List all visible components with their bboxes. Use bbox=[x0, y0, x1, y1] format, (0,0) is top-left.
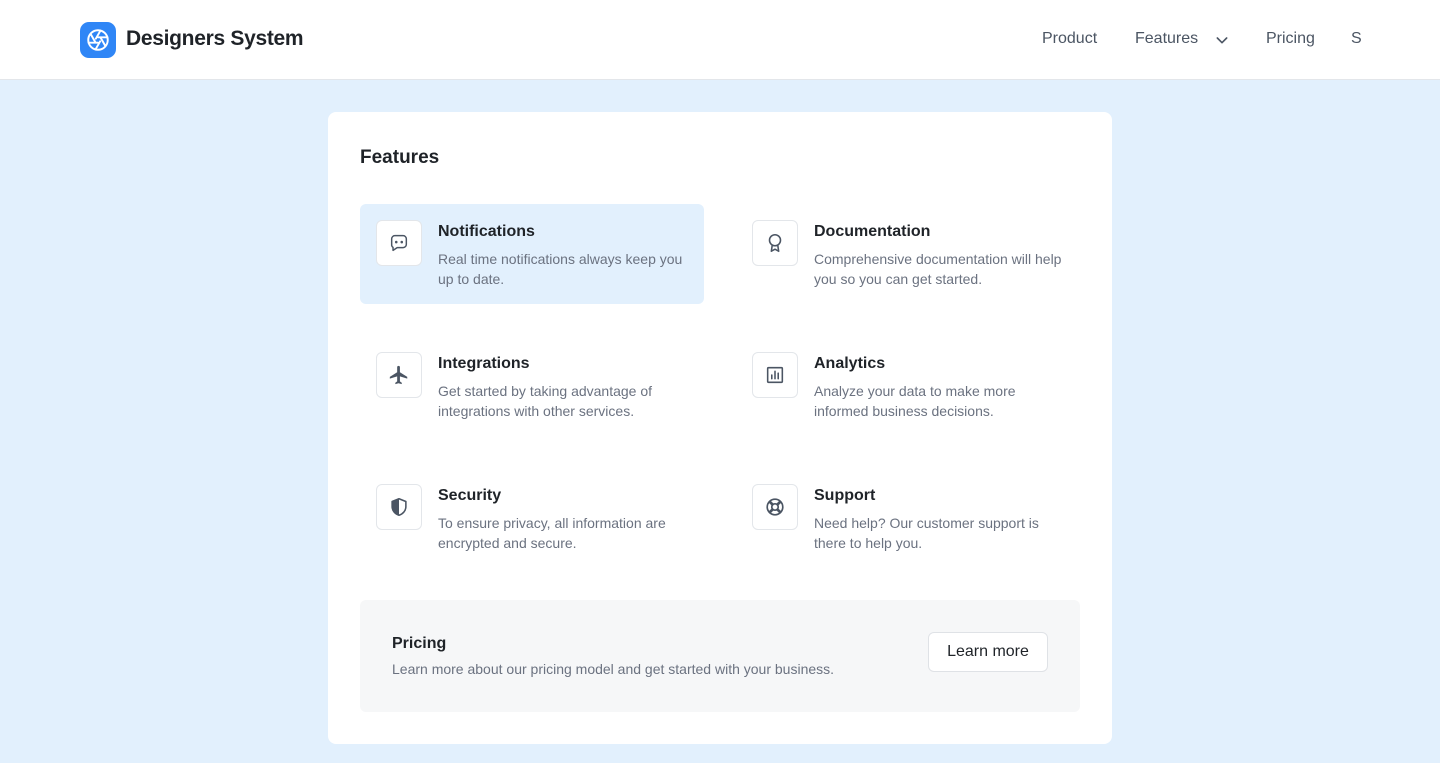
message-icon bbox=[376, 220, 422, 266]
nav-item-cutoff[interactable]: S bbox=[1351, 30, 1362, 48]
top-nav-bar: Designers System Product Features Pricin… bbox=[0, 0, 1440, 80]
feature-item-integrations[interactable]: Integrations Get started by taking advan… bbox=[360, 336, 704, 436]
feature-description: Need help? Our customer support is there… bbox=[814, 515, 1039, 551]
lifebuoy-icon bbox=[752, 484, 798, 530]
nav-pricing[interactable]: Pricing bbox=[1266, 30, 1315, 48]
award-icon bbox=[752, 220, 798, 266]
feature-title: Analytics bbox=[814, 355, 886, 372]
feature-item-notifications[interactable]: Notifications Real time notifications al… bbox=[360, 204, 704, 304]
feature-description: Real time notifications always keep you … bbox=[438, 251, 683, 287]
feature-item-support[interactable]: Support Need help? Our customer support … bbox=[736, 468, 1080, 568]
learn-more-button[interactable]: Learn more bbox=[928, 632, 1048, 672]
chevron-down-icon[interactable] bbox=[1214, 32, 1230, 48]
feature-title: Support bbox=[814, 487, 876, 504]
feature-title: Security bbox=[438, 487, 502, 504]
feature-description: Get started by taking advantage of integ… bbox=[438, 383, 653, 419]
brand-name[interactable]: Designers System bbox=[126, 27, 304, 51]
pricing-description: Learn more about our pricing model and g… bbox=[392, 661, 835, 677]
nav-features[interactable]: Features bbox=[1135, 30, 1198, 48]
nav-product[interactable]: Product bbox=[1042, 30, 1097, 48]
feature-item-security[interactable]: Security To ensure privacy, all informat… bbox=[360, 468, 704, 568]
pricing-callout: Pricing Learn more about our pricing mod… bbox=[360, 600, 1080, 712]
feature-item-analytics[interactable]: Analytics Analyze your data to make more… bbox=[736, 336, 1080, 436]
aperture-icon[interactable] bbox=[80, 22, 116, 58]
bar-chart-icon bbox=[752, 352, 798, 398]
feature-title: Integrations bbox=[438, 355, 530, 372]
airplane-icon bbox=[376, 352, 422, 398]
feature-title: Documentation bbox=[814, 223, 931, 240]
pricing-title: Pricing bbox=[392, 635, 447, 652]
feature-description: Analyze your data to make more informed … bbox=[814, 383, 1016, 419]
feature-title: Notifications bbox=[438, 223, 535, 240]
feature-description: To ensure privacy, all information are e… bbox=[438, 515, 666, 551]
feature-item-documentation[interactable]: Documentation Comprehensive documentatio… bbox=[736, 204, 1080, 304]
panel-title: Features bbox=[360, 147, 440, 168]
features-dropdown-panel: Features Notifications Real time notific… bbox=[328, 112, 1112, 744]
feature-description: Comprehensive documentation will help yo… bbox=[814, 251, 1062, 287]
shield-icon bbox=[376, 484, 422, 530]
